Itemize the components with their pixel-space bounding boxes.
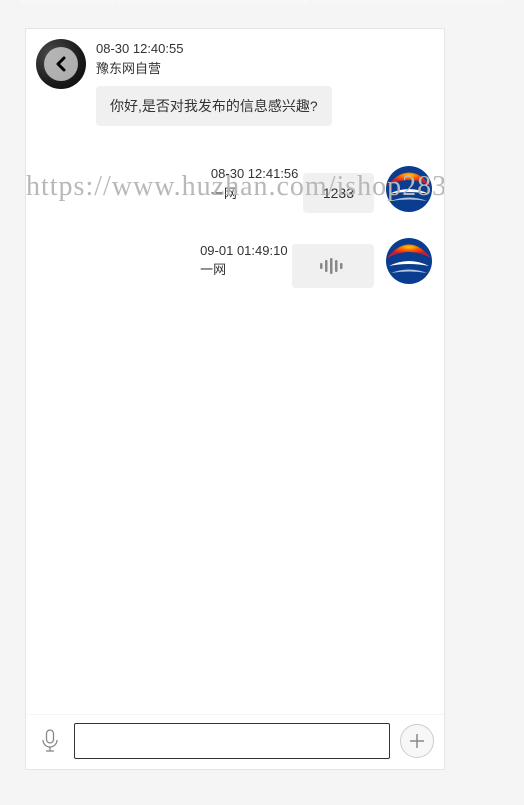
message-input[interactable] [74, 723, 390, 759]
message-body: 09-01 01:49:10 一网 [200, 236, 374, 288]
chat-window: https://www.huzhan.com/ishop28300 08-30 … [25, 28, 445, 770]
logo-icon [384, 236, 434, 286]
waveform-icon [320, 258, 346, 274]
message-body: 08-30 12:40:55 豫东网自营 你好,是否对我发布的信息感兴趣? [96, 39, 332, 126]
message-meta: 08-30 12:41:56 一网 [211, 164, 298, 203]
chevron-left-icon [54, 56, 68, 72]
plus-icon [409, 733, 425, 749]
back-button[interactable] [44, 47, 78, 81]
message-bubble[interactable]: 你好,是否对我发布的信息感兴趣? [96, 86, 332, 126]
message-outgoing: 09-01 01:49:10 一网 [36, 236, 434, 288]
message-timestamp: 09-01 01:49:10 [200, 243, 287, 258]
logo-icon [384, 164, 434, 214]
message-bubble[interactable]: 1233 [303, 173, 374, 213]
message-meta: 09-01 01:49:10 一网 [200, 241, 287, 280]
microphone-icon [40, 729, 60, 753]
sender-name: 一网 [200, 260, 287, 280]
message-outgoing: 08-30 12:41:56 一网 1233 [36, 164, 434, 214]
voice-message-bubble[interactable] [292, 244, 374, 288]
message-timestamp: 08-30 12:40:55 [96, 41, 183, 56]
message-incoming: 08-30 12:40:55 豫东网自营 你好,是否对我发布的信息感兴趣? [36, 39, 434, 126]
chat-messages-area: https://www.huzhan.com/ishop28300 08-30 … [26, 29, 444, 714]
message-meta: 08-30 12:40:55 豫东网自营 [96, 39, 332, 78]
input-bar [26, 714, 444, 769]
sender-name: 豫东网自营 [96, 59, 332, 79]
avatar[interactable] [384, 164, 434, 214]
message-body: 08-30 12:41:56 一网 1233 [211, 164, 374, 213]
add-attachment-button[interactable] [400, 724, 434, 758]
voice-input-button[interactable] [36, 727, 64, 755]
avatar[interactable] [384, 236, 434, 286]
window-tab-strip [0, 0, 524, 8]
message-timestamp: 08-30 12:41:56 [211, 166, 298, 181]
sender-name: 一网 [211, 184, 298, 204]
